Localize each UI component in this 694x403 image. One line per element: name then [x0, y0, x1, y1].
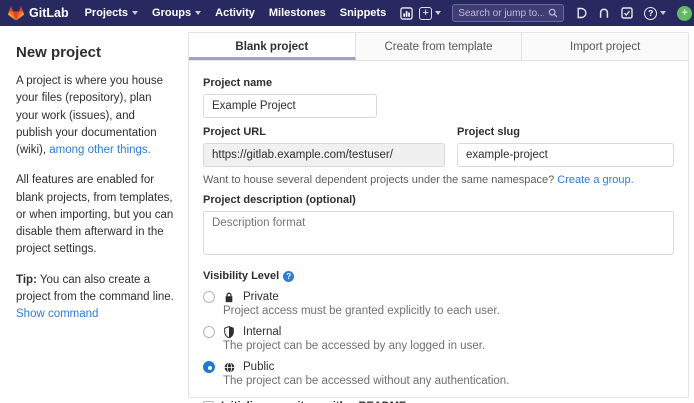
project-slug-input[interactable]: [457, 143, 674, 167]
new-project-panel: Blank project Create from template Impor…: [188, 32, 689, 398]
visibility-level-label: Visibility Level: [203, 270, 279, 282]
visibility-internal-name[interactable]: Internal: [243, 326, 281, 338]
nav-snippets[interactable]: Snippets: [340, 7, 386, 19]
plus-icon: [419, 7, 432, 20]
tip-paragraph: Tip: You can also create a project from …: [16, 272, 174, 324]
help-icon: [644, 7, 657, 20]
page-title: New project: [16, 44, 174, 61]
tab-blank-project[interactable]: Blank project: [189, 33, 356, 60]
search-box[interactable]: [452, 4, 564, 22]
new-menu-button[interactable]: [419, 7, 441, 20]
chevron-down-icon: [195, 11, 201, 15]
nav-milestones[interactable]: Milestones: [269, 7, 326, 19]
visibility-private-description: Project access must be granted explicitl…: [223, 305, 674, 317]
tab-create-from-template[interactable]: Create from template: [356, 33, 523, 60]
project-description-label: Project description (optional): [203, 194, 674, 206]
project-url-namespace-select[interactable]: https://gitlab.example.com/testuser/: [203, 143, 445, 167]
intro-paragraph: A project is where you house your files …: [16, 73, 174, 159]
namespace-hint: Want to house several dependent projects…: [203, 174, 674, 186]
project-description-textarea[interactable]: [203, 211, 674, 255]
nav-projects[interactable]: Projects: [85, 7, 138, 19]
top-navbar: GitLab Projects Groups Activity Mileston…: [0, 0, 694, 26]
gitlab-tanuki-logo-icon: [8, 6, 24, 21]
chevron-down-icon: [132, 11, 138, 15]
chevron-down-icon: [660, 11, 666, 15]
visibility-private-radio[interactable]: [203, 291, 215, 303]
project-type-tabs: Blank project Create from template Impor…: [189, 33, 688, 61]
tab-import-project[interactable]: Import project: [522, 33, 688, 60]
nav-groups[interactable]: Groups: [152, 7, 201, 19]
show-command-link[interactable]: Show command: [16, 308, 98, 320]
visibility-help-icon[interactable]: [283, 271, 294, 282]
visibility-public-name[interactable]: Public: [243, 361, 274, 373]
visibility-internal-description: The project can be accessed by any logge…: [223, 340, 674, 352]
gitlab-home-link[interactable]: GitLab: [8, 6, 69, 21]
search-input[interactable]: [458, 8, 544, 19]
create-a-group-link[interactable]: Create a group.: [557, 174, 633, 186]
todo-icon[interactable]: [621, 7, 633, 19]
user-avatar: [677, 6, 692, 21]
project-name-label: Project name: [203, 77, 674, 89]
globe-icon: [223, 362, 235, 373]
chart-icon[interactable]: [400, 7, 413, 20]
page-description-sidebar: New project A project is where you house…: [0, 32, 188, 398]
brand-name: GitLab: [29, 6, 69, 20]
chevron-down-icon: [435, 11, 441, 15]
search-icon: [548, 8, 558, 18]
lock-icon: [223, 292, 235, 303]
project-url-label: Project URL: [203, 126, 445, 138]
blank-project-form: Project name Project URL https://gitlab.…: [189, 61, 688, 403]
project-name-input[interactable]: [203, 94, 377, 118]
merge-request-icon[interactable]: [598, 7, 610, 19]
among-other-things-link[interactable]: among other things.: [49, 144, 151, 156]
help-menu-button[interactable]: [644, 7, 666, 20]
issues-icon[interactable]: [575, 7, 587, 19]
features-paragraph: All features are enabled for blank proje…: [16, 172, 174, 258]
nav-activity[interactable]: Activity: [215, 7, 255, 19]
visibility-public-description: The project can be accessed without any …: [223, 375, 674, 387]
visibility-internal-radio[interactable]: [203, 326, 215, 338]
shield-icon: [223, 326, 235, 338]
user-menu-button[interactable]: [677, 6, 694, 21]
visibility-private-name[interactable]: Private: [243, 291, 279, 303]
project-slug-label: Project slug: [457, 126, 674, 138]
visibility-public-radio[interactable]: [203, 361, 215, 373]
